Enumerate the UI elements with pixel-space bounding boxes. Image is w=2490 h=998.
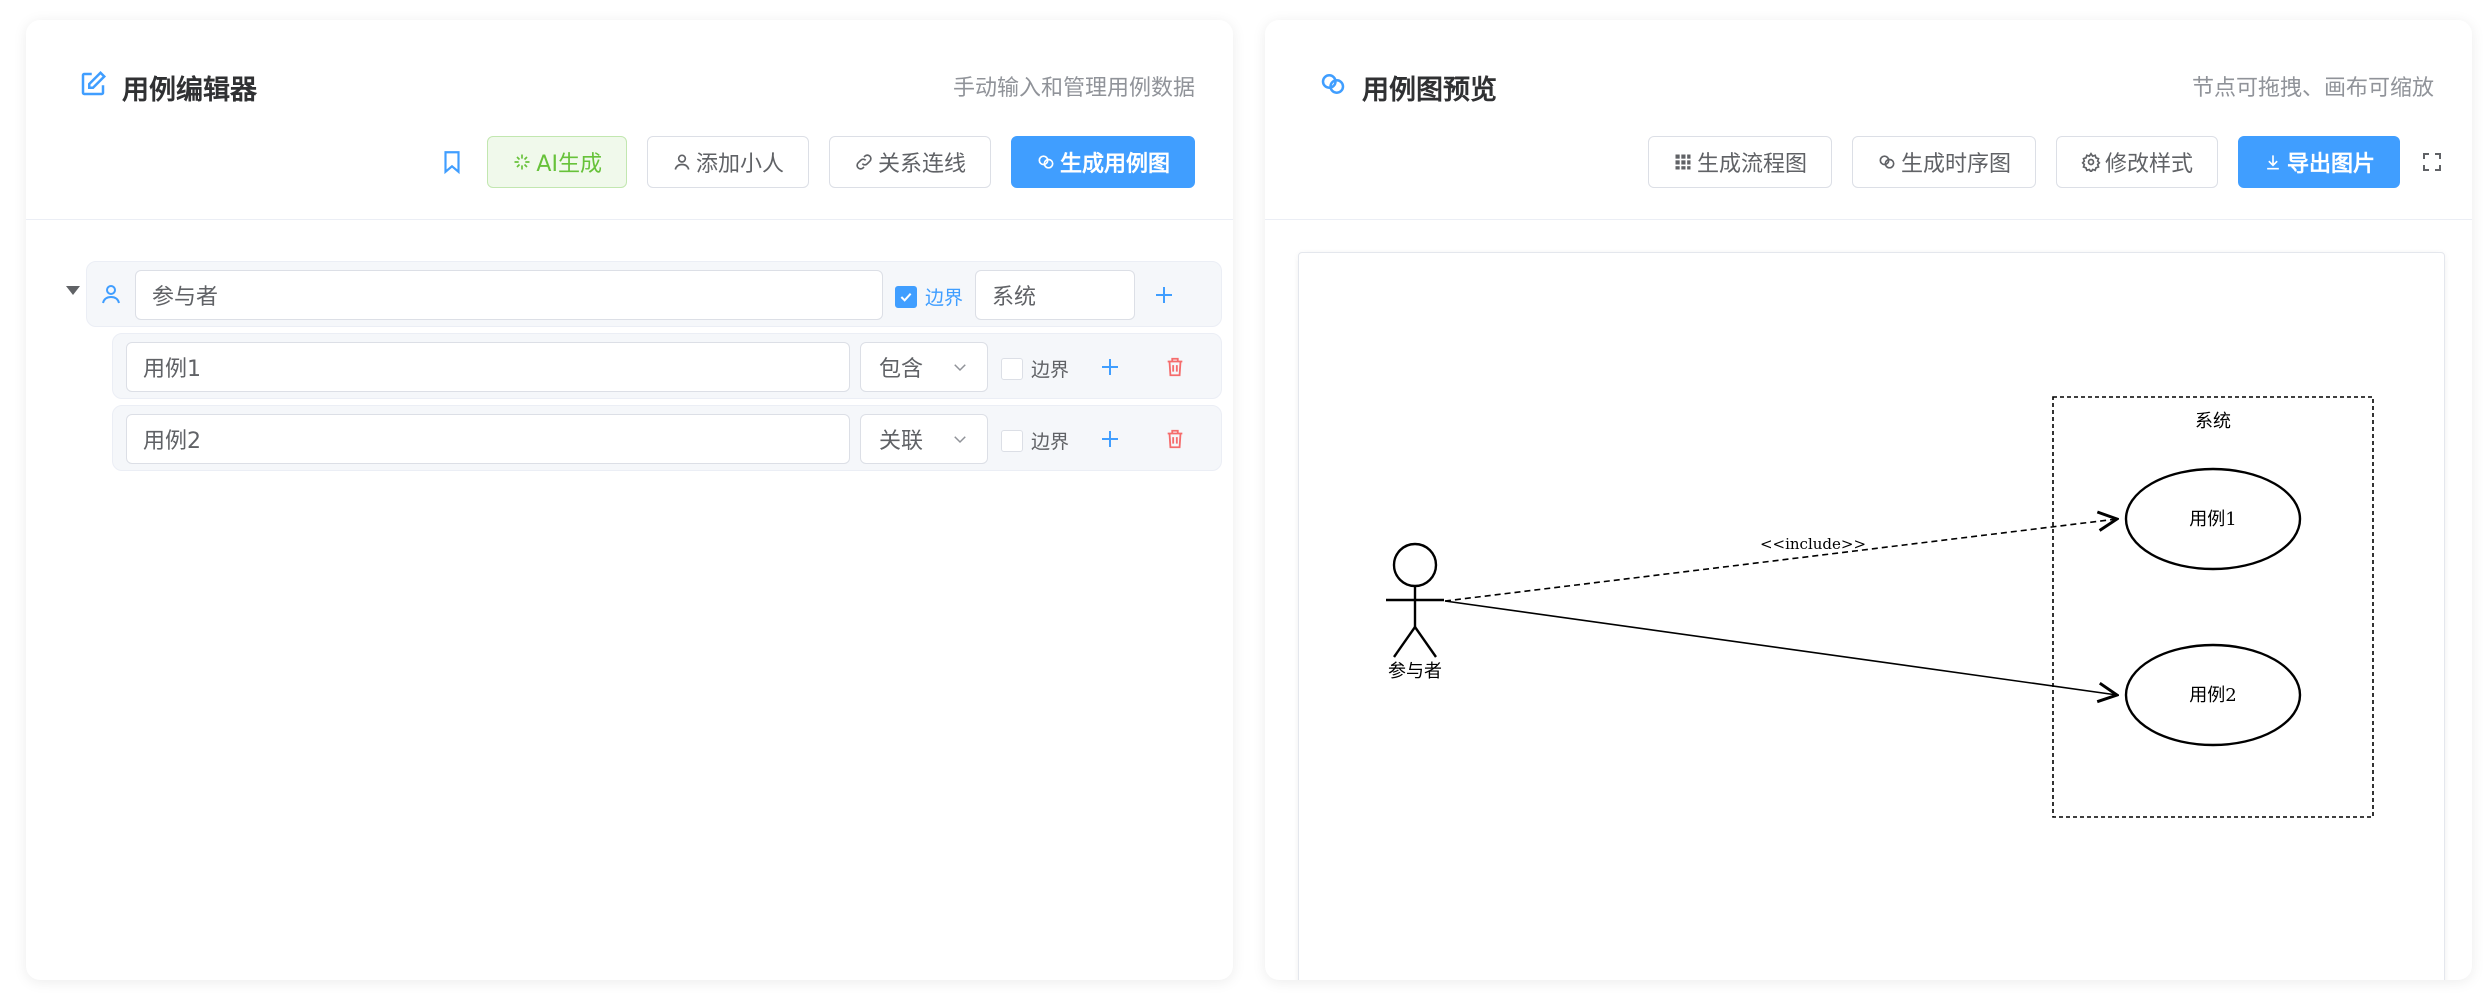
include-relation-line[interactable] xyxy=(1444,519,2117,602)
trash-icon xyxy=(1167,357,1183,377)
delete-usecase-button[interactable] xyxy=(1160,352,1190,382)
usecase-boundary-checkbox[interactable]: 边界 xyxy=(1001,427,1069,454)
add-child-button[interactable] xyxy=(1095,352,1125,382)
plus-icon xyxy=(1102,359,1118,375)
actor-boundary-label: 边界 xyxy=(925,287,964,309)
usecase-boundary-checkbox[interactable]: 边界 xyxy=(1001,355,1069,382)
relation-select-value: 包含 xyxy=(879,357,924,382)
bookmark-icon xyxy=(444,151,460,175)
user-icon xyxy=(674,154,690,170)
ai-generate-label: AI生成 xyxy=(536,152,602,177)
generate-usecase-label: 生成用例图 xyxy=(1059,152,1170,177)
delete-usecase-button[interactable] xyxy=(1160,424,1190,454)
usecase1-label: 用例1 xyxy=(2189,509,2236,530)
collapse-toggle-icon[interactable] xyxy=(66,286,80,295)
include-relation-label: <<include>> xyxy=(1760,535,1866,553)
sequence-label: 生成时序图 xyxy=(1900,152,2011,177)
check-icon xyxy=(900,292,912,302)
checkbox-box xyxy=(1001,357,1023,380)
fullscreen-icon xyxy=(2423,153,2441,171)
association-relation-line[interactable] xyxy=(1444,600,2117,695)
add-actor-button[interactable]: 添加小人 xyxy=(646,136,809,188)
sparkle-icon xyxy=(514,154,530,170)
flowchart-label: 生成流程图 xyxy=(1696,152,1807,177)
checkbox-box xyxy=(1001,429,1023,452)
gear-icon xyxy=(2081,152,2101,172)
editor-title: 用例编辑器 xyxy=(78,68,257,107)
add-child-button[interactable] xyxy=(1095,424,1125,454)
usecase-editor-panel: 用例编辑器 手动输入和管理用例数据 AI生成 添加小人 关系连线 生成用例图 参… xyxy=(26,20,1233,980)
plus-icon xyxy=(1156,287,1172,303)
editor-header: 用例编辑器 手动输入和管理用例数据 AI生成 添加小人 关系连线 生成用例图 xyxy=(26,20,1233,220)
usecase-boundary-label: 边界 xyxy=(1031,431,1070,453)
system-boundary[interactable] xyxy=(2052,396,2374,818)
style-label: 修改样式 xyxy=(2104,152,2193,177)
checkbox-box xyxy=(895,285,917,308)
editor-toolbar: AI生成 添加小人 关系连线 生成用例图 xyxy=(437,136,1195,188)
person-icon xyxy=(97,280,125,308)
actor-boundary-checkbox[interactable]: 边界 xyxy=(895,283,963,310)
relation-select[interactable]: 包含 xyxy=(860,342,988,392)
download-icon xyxy=(2267,155,2279,170)
actor-label: 参与者 xyxy=(1388,661,1442,682)
actor-row: 参与者 边界 系统 xyxy=(86,261,1222,327)
diagram-icon xyxy=(1318,69,1348,106)
system-boundary-label: 系统 xyxy=(2195,411,2231,432)
system-name-input[interactable]: 系统 xyxy=(975,270,1135,320)
chevron-down-icon xyxy=(954,364,966,372)
usecase2-label: 用例2 xyxy=(2189,685,2236,706)
preview-subtitle: 节点可拖拽、画布可缩放 xyxy=(2191,76,2434,101)
add-actor-label: 添加小人 xyxy=(695,152,784,177)
relation-line-label: 关系连线 xyxy=(877,152,966,177)
usecase-row: 用例1 包含 边界 xyxy=(112,333,1222,399)
relation-select-value: 关联 xyxy=(879,429,924,454)
preview-header: 用例图预览 节点可拖拽、画布可缩放 生成流程图 生成时序图 修改样式 导出图片 xyxy=(1265,20,2472,220)
add-usecase-button[interactable] xyxy=(1149,280,1179,310)
ai-generate-button[interactable]: AI生成 xyxy=(487,136,627,188)
export-image-label: 导出图片 xyxy=(2286,152,2375,177)
actor-figure[interactable] xyxy=(1386,542,1444,658)
usecase-diagram[interactable]: 系统 参与者 <<include>> 用例1 用例2 xyxy=(1299,253,2446,980)
usecase-name-input[interactable]: 用例1 xyxy=(126,342,850,392)
style-button[interactable]: 修改样式 xyxy=(2055,136,2218,188)
diagram-icon xyxy=(1879,155,1895,169)
usecase-row: 用例2 关联 边界 xyxy=(112,405,1222,471)
diagram-icon xyxy=(1038,155,1054,169)
flowchart-button[interactable]: 生成流程图 xyxy=(1647,136,1832,188)
edit-icon xyxy=(78,69,108,106)
link-icon xyxy=(856,154,872,170)
relation-select[interactable]: 关联 xyxy=(860,414,988,464)
plus-icon xyxy=(1102,431,1118,447)
preview-toolbar: 生成流程图 生成时序图 修改样式 导出图片 xyxy=(1647,136,2444,188)
chevron-down-icon xyxy=(954,436,966,444)
sequence-button[interactable]: 生成时序图 xyxy=(1851,136,2036,188)
fullscreen-button[interactable] xyxy=(2420,136,2444,188)
export-image-button[interactable]: 导出图片 xyxy=(2237,136,2400,188)
relation-line-button[interactable]: 关系连线 xyxy=(828,136,991,188)
editor-title-text: 用例编辑器 xyxy=(122,75,257,106)
editor-subtitle: 手动输入和管理用例数据 xyxy=(952,76,1195,101)
preview-title-text: 用例图预览 xyxy=(1362,75,1497,106)
generate-usecase-button[interactable]: 生成用例图 xyxy=(1010,136,1195,188)
bookmark-button[interactable] xyxy=(437,136,467,188)
usecase-name-input[interactable]: 用例2 xyxy=(126,414,850,464)
preview-title: 用例图预览 xyxy=(1318,68,1497,107)
grid-icon xyxy=(1675,154,1691,170)
diagram-canvas[interactable]: 系统 参与者 <<include>> 用例1 用例2 xyxy=(1298,252,2445,980)
trash-icon xyxy=(1167,429,1183,449)
actor-name-input[interactable]: 参与者 xyxy=(135,270,883,320)
usecase-boundary-label: 边界 xyxy=(1031,359,1070,381)
usecase-preview-panel: 用例图预览 节点可拖拽、画布可缩放 生成流程图 生成时序图 修改样式 导出图片 xyxy=(1265,20,2472,980)
